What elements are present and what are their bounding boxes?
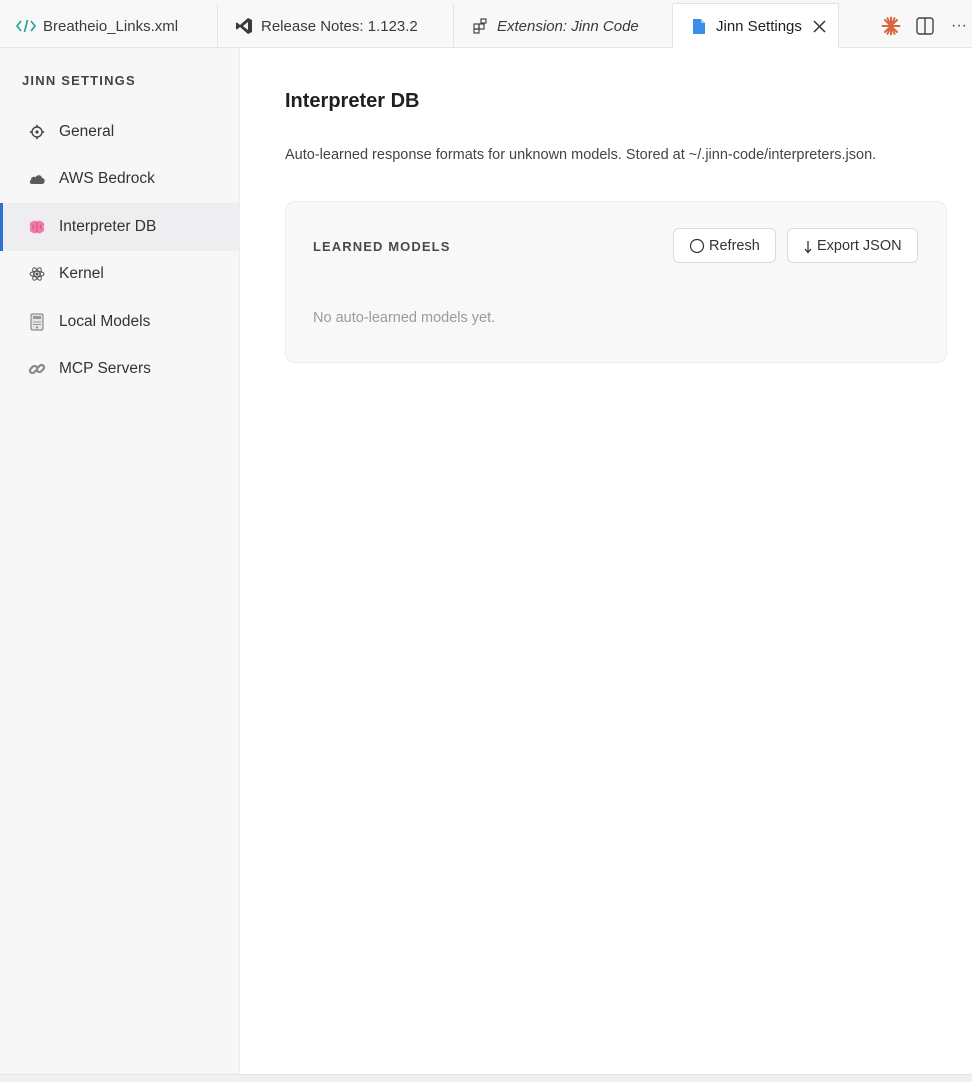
sidebar-item-interpreter-db[interactable]: Interpreter DB — [0, 203, 239, 251]
split-editor-icon[interactable] — [914, 15, 936, 37]
settings-sidebar: JINN SETTINGS General AWS Bedrock Interp… — [0, 48, 240, 1074]
tab-label: Extension: Jinn Code — [497, 17, 639, 35]
sidebar-item-label: MCP Servers — [59, 360, 151, 378]
editor-tab-bar: Breatheio_Links.xml Release Notes: 1.123… — [0, 0, 972, 48]
sidebar-item-kernel[interactable]: Kernel — [0, 251, 239, 299]
close-icon[interactable] — [811, 17, 829, 35]
brain-icon — [28, 218, 46, 236]
settings-main-panel: Interpreter DB Auto-learned response for… — [240, 48, 972, 1074]
tab-breatheio-links[interactable]: Breatheio_Links.xml — [0, 4, 218, 48]
bottom-edge — [0, 1074, 972, 1082]
atom-icon — [28, 265, 46, 283]
sidebar-item-mcp-servers[interactable]: MCP Servers — [0, 346, 239, 394]
refresh-button[interactable]: Refresh — [673, 228, 776, 263]
empty-state-text: No auto-learned models yet. — [313, 310, 496, 326]
refresh-button-label: Refresh — [709, 237, 760, 254]
link-icon — [28, 360, 46, 378]
sidebar-item-label: Kernel — [59, 265, 104, 283]
tab-label: Breatheio_Links.xml — [43, 17, 179, 35]
sidebar-item-general[interactable]: General — [0, 108, 239, 156]
tab-jinn-settings[interactable]: Jinn Settings — [673, 3, 839, 48]
page-description: Auto-learned response formats for unknow… — [285, 147, 877, 163]
card-title: LEARNED MODELS — [313, 239, 451, 254]
tab-bar-actions: ··· — [880, 4, 972, 48]
sidebar-item-label: Interpreter DB — [59, 217, 157, 235]
cloud-icon — [28, 170, 46, 188]
sidebar-nav: General AWS Bedrock Interpreter DB Kerne… — [0, 108, 239, 393]
extensions-icon — [470, 16, 490, 36]
sidebar-item-aws-bedrock[interactable]: AWS Bedrock — [0, 156, 239, 204]
export-button-label: Export JSON — [817, 237, 902, 254]
code-brackets-icon — [16, 16, 36, 36]
tab-extension-jinn-code[interactable]: Extension: Jinn Code — [454, 4, 673, 48]
download-arrow-icon — [803, 238, 813, 254]
refresh-circle-icon — [689, 238, 705, 254]
learned-models-card: LEARNED MODELS Refresh Export JSON No au… — [285, 201, 947, 363]
export-json-button[interactable]: Export JSON — [787, 228, 918, 263]
tab-release-notes[interactable]: Release Notes: 1.123.2 — [218, 4, 454, 48]
vscode-logo-icon — [234, 16, 254, 36]
page-title: Interpreter DB — [285, 90, 420, 112]
tab-label: Release Notes: 1.123.2 — [261, 17, 418, 35]
sidebar-item-label: General — [59, 122, 115, 140]
sidebar-item-label: Local Models — [59, 312, 151, 330]
more-actions-icon[interactable]: ··· — [948, 15, 970, 37]
tab-label: Jinn Settings — [716, 17, 802, 35]
device-icon — [28, 313, 46, 331]
gear-icon — [28, 123, 46, 141]
sidebar-item-label: AWS Bedrock — [59, 170, 155, 188]
sidebar-item-local-models[interactable]: Local Models — [0, 298, 239, 346]
sidebar-title: JINN SETTINGS — [22, 73, 136, 88]
spark-icon[interactable] — [880, 15, 902, 37]
file-icon — [689, 16, 709, 36]
